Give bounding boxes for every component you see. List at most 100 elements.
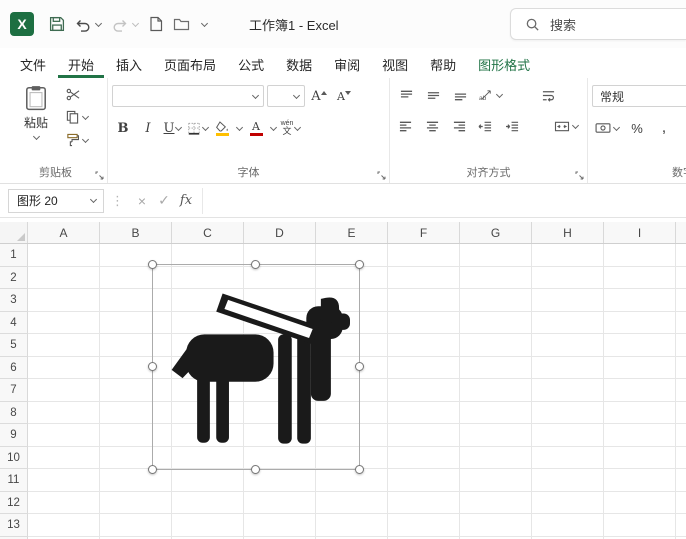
tab-file[interactable]: 文件 [10,48,56,78]
row-header-7[interactable]: 7 [0,379,28,402]
paste-dropdown-chevron-icon[interactable] [32,132,41,141]
font-size-chevron-icon[interactable] [292,91,301,99]
cell-G6[interactable] [460,356,532,379]
cell-F8[interactable] [388,401,460,424]
format-painter-button[interactable] [66,133,90,147]
row-header-4[interactable]: 4 [0,311,28,334]
selected-shape[interactable] [148,260,364,474]
shape-handle-middle-right[interactable] [355,362,364,371]
column-header-A[interactable]: A [28,222,100,243]
undo-button[interactable] [70,13,107,36]
bold-button[interactable]: B [112,118,134,138]
cell-I6[interactable] [604,356,676,379]
font-color-button[interactable]: A [246,118,266,138]
cell-clipped[interactable] [676,244,686,267]
cell-F1[interactable] [388,244,460,267]
percent-style-button[interactable]: % [625,118,649,138]
cell-I4[interactable] [604,311,676,334]
insert-function-button[interactable]: fx [175,193,197,208]
comma-style-button[interactable]: , [652,118,676,138]
cell-G7[interactable] [460,379,532,402]
merge-center-chevron-icon[interactable] [571,121,579,129]
cell-F2[interactable] [388,266,460,289]
cell-clipped[interactable] [676,266,686,289]
cell-clipped[interactable] [676,491,686,514]
tab-data[interactable]: 数据 [276,48,322,78]
clipboard-dialog-launcher[interactable] [95,171,104,180]
new-file-button[interactable] [144,12,168,36]
cell-G8[interactable] [460,401,532,424]
cell-A12[interactable] [28,491,100,514]
cell-A2[interactable] [28,266,100,289]
cell-A6[interactable] [28,356,100,379]
cell-C13[interactable] [172,514,244,537]
cell-clipped[interactable] [676,289,686,312]
underline-chevron-icon[interactable] [175,123,183,131]
copy-button[interactable] [66,110,90,124]
row-header-5[interactable]: 5 [0,334,28,357]
undo-dropdown-chevron-icon[interactable] [94,19,103,27]
cell-G4[interactable] [460,311,532,334]
column-header-E[interactable]: E [316,222,388,243]
cell-clipped[interactable] [676,401,686,424]
row-header-11[interactable]: 11 [0,469,28,492]
shape-handle-bottom-right[interactable] [355,465,364,474]
cell-F4[interactable] [388,311,460,334]
wrap-text-button[interactable] [536,85,560,105]
column-header-H[interactable]: H [532,222,604,243]
select-all-corner[interactable] [0,222,28,243]
phonetic-chevron-icon[interactable] [294,123,302,131]
column-header-G[interactable]: G [460,222,532,243]
align-right-button[interactable] [447,116,471,136]
cell-H2[interactable] [532,266,604,289]
cell-A3[interactable] [28,289,100,312]
save-button[interactable] [44,12,70,36]
row-header-12[interactable]: 12 [0,491,28,514]
column-header-D[interactable]: D [244,222,316,243]
align-middle-button[interactable] [421,85,445,105]
borders-chevron-icon[interactable] [201,123,210,131]
cell-I3[interactable] [604,289,676,312]
cell-I11[interactable] [604,469,676,492]
cell-clipped[interactable] [676,446,686,469]
borders-button[interactable] [187,118,210,138]
font-name-chevron-icon[interactable] [251,91,260,99]
fill-color-button[interactable] [212,118,232,138]
cell-G9[interactable] [460,424,532,447]
align-center-button[interactable] [421,116,445,136]
cell-C12[interactable] [172,491,244,514]
column-header-I[interactable]: I [604,222,676,243]
cell-G10[interactable] [460,446,532,469]
shape-handle-middle-left[interactable] [148,362,157,371]
row-header-3[interactable]: 3 [0,289,28,312]
cell-I7[interactable] [604,379,676,402]
cell-F7[interactable] [388,379,460,402]
cell-G12[interactable] [460,491,532,514]
number-format-combobox[interactable]: 常规 [592,85,686,107]
orientation-button[interactable]: ab [475,85,507,105]
shape-handle-bottom-left[interactable] [148,465,157,474]
cell-I13[interactable] [604,514,676,537]
cancel-button[interactable]: × [131,193,153,209]
cell-A10[interactable] [28,446,100,469]
cell-F9[interactable] [388,424,460,447]
column-header-C[interactable]: C [172,222,244,243]
cell-A13[interactable] [28,514,100,537]
italic-button[interactable]: I [137,118,159,138]
increase-indent-button[interactable] [501,116,525,136]
row-header-13[interactable]: 13 [0,514,28,537]
cell-G11[interactable] [460,469,532,492]
fill-color-chevron-icon[interactable] [235,123,244,131]
decrease-indent-button[interactable] [474,116,498,136]
column-header-clipped[interactable] [676,222,686,243]
accounting-chevron-icon[interactable] [612,123,620,131]
cell-F6[interactable] [388,356,460,379]
cell-B11[interactable] [100,469,172,492]
font-name-combobox[interactable] [112,85,264,107]
cell-F10[interactable] [388,446,460,469]
shape-handle-top-right[interactable] [355,260,364,269]
cell-clipped[interactable] [676,356,686,379]
cell-clipped[interactable] [676,379,686,402]
cell-F12[interactable] [388,491,460,514]
font-color-chevron-icon[interactable] [269,123,278,131]
